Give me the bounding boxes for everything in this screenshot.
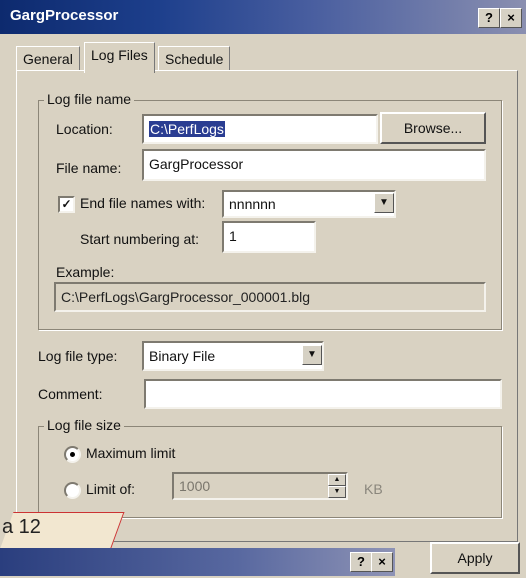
example-value: C:\PerfLogs\GargProcessor_000001.blg <box>54 282 486 312</box>
end-names-label: End file names with: <box>80 195 206 211</box>
log-file-name-legend: Log file name <box>44 91 135 107</box>
limit-of-label: Limit of: <box>86 481 136 497</box>
second-help-button[interactable]: ? <box>350 552 372 572</box>
comment-input[interactable] <box>144 379 502 409</box>
chevron-down-icon[interactable]: ▼ <box>374 193 394 213</box>
window-title: GargProcessor <box>10 7 119 24</box>
log-file-type-select[interactable]: Binary File <box>142 341 324 371</box>
comment-label: Comment: <box>38 386 103 402</box>
log-file-type-label: Log file type: <box>38 348 118 364</box>
tab-general[interactable]: General <box>16 46 80 71</box>
maximum-limit-radio[interactable] <box>64 446 81 463</box>
location-input[interactable]: C:\PerfLogs <box>142 114 378 144</box>
figure-caption: a 12 <box>2 516 41 538</box>
chevron-down-icon[interactable]: ▼ <box>302 345 322 365</box>
location-label: Location: <box>56 121 113 137</box>
limit-unit: KB <box>364 481 383 497</box>
example-label: Example: <box>56 264 115 280</box>
close-button[interactable]: × <box>500 8 522 28</box>
tab-log-files[interactable]: Log Files <box>84 42 155 73</box>
file-name-input[interactable]: GargProcessor <box>142 149 486 181</box>
second-close-button[interactable]: × <box>371 552 393 572</box>
help-button[interactable]: ? <box>478 8 500 28</box>
browse-button[interactable]: Browse... <box>380 112 486 144</box>
start-numbering-label: Start numbering at: <box>80 231 200 247</box>
log-file-size-legend: Log file size <box>44 417 124 433</box>
apply-button[interactable]: Apply <box>430 542 520 574</box>
location-value: C:\PerfLogs <box>149 121 225 137</box>
end-names-checkbox[interactable]: ✓ <box>58 196 75 213</box>
start-numbering-input[interactable]: 1 <box>222 221 316 253</box>
file-name-label: File name: <box>56 160 122 176</box>
limit-of-input[interactable]: 1000 <box>172 472 348 500</box>
spin-up-icon[interactable]: ▲ <box>328 474 346 486</box>
tab-schedule[interactable]: Schedule <box>158 46 231 71</box>
maximum-limit-label: Maximum limit <box>86 445 176 461</box>
limit-of-radio[interactable] <box>64 482 81 499</box>
spin-down-icon[interactable]: ▼ <box>328 486 346 498</box>
second-window-titlebar <box>0 548 395 576</box>
end-names-select[interactable]: nnnnnn <box>222 190 396 218</box>
